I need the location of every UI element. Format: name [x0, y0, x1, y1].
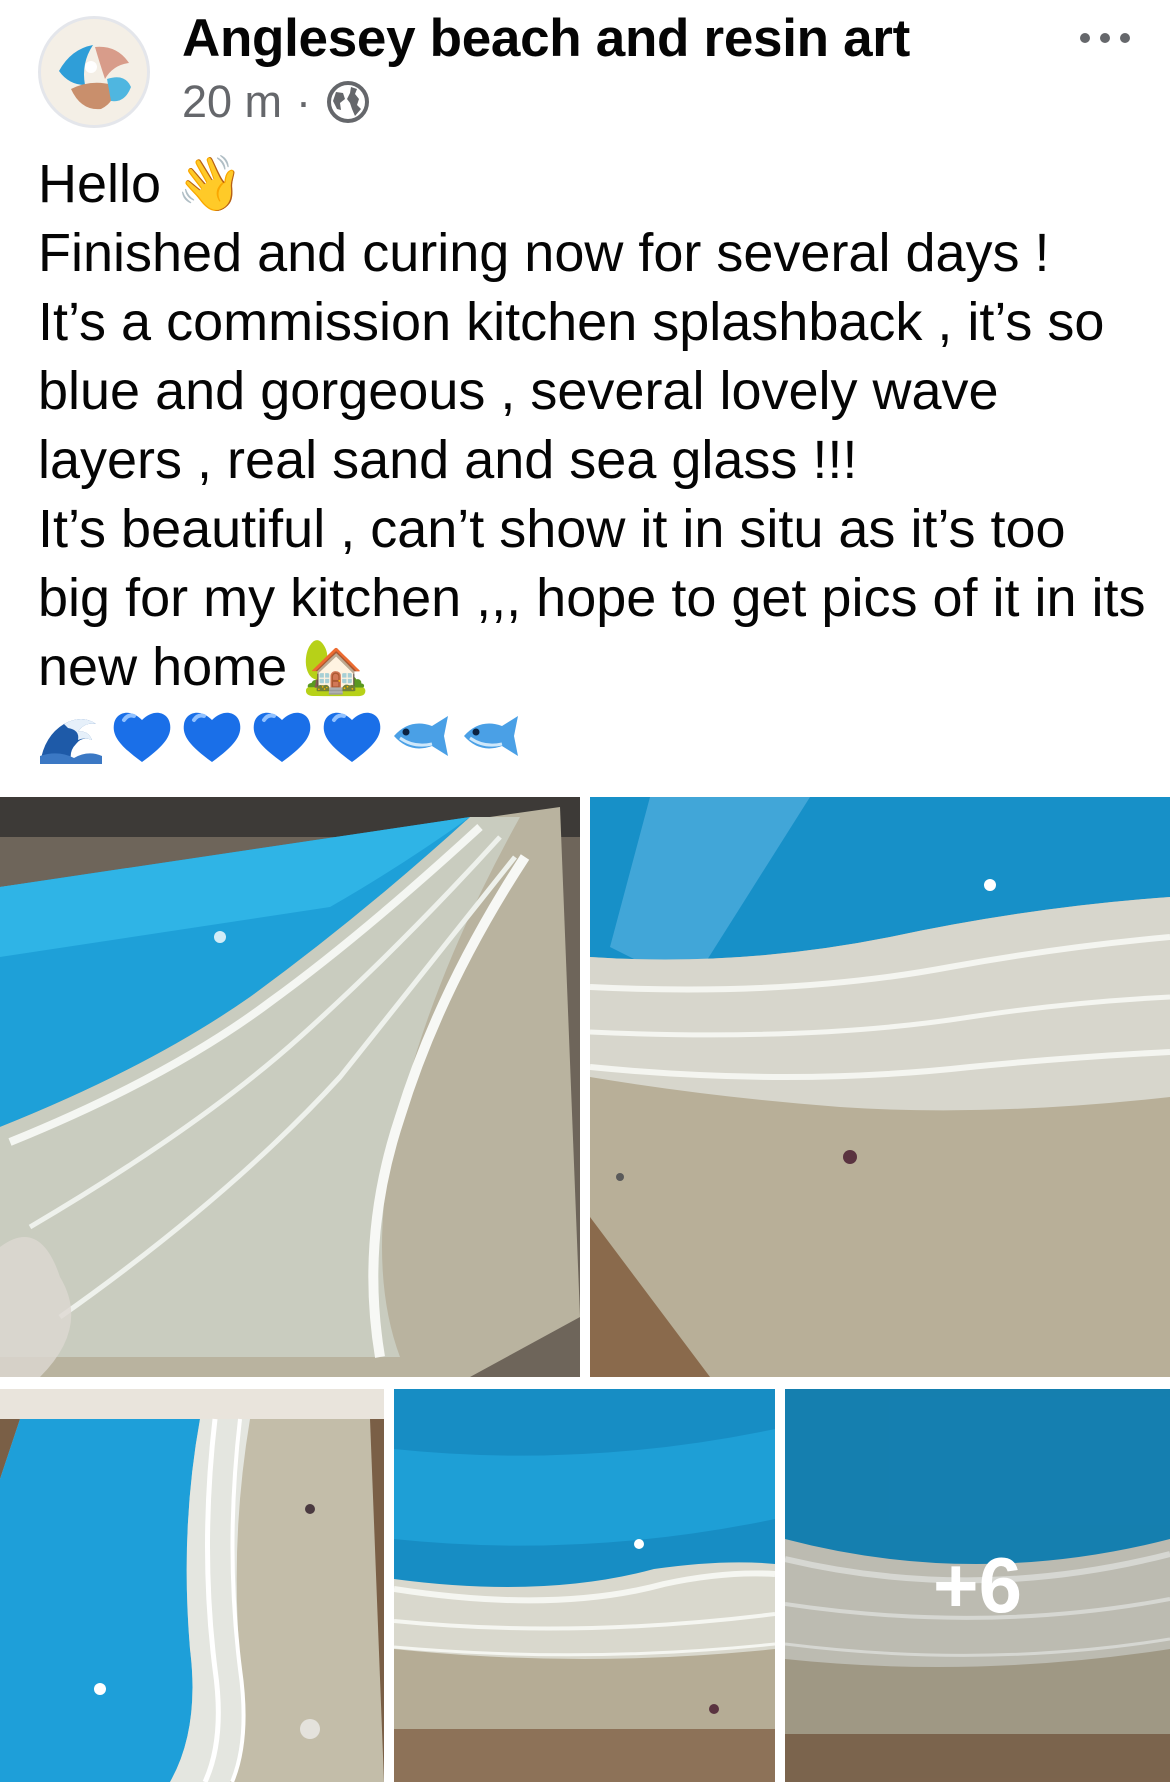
page-name[interactable]: Anglesey beach and resin art: [182, 8, 910, 69]
blue-heart-emoji: [323, 712, 381, 762]
post-emoji-line: [38, 700, 524, 772]
resin-splashback-photo-5[interactable]: +6: [785, 1389, 1170, 1782]
post-time[interactable]: 20 m: [182, 76, 282, 128]
post-meta: 20 m ·: [182, 76, 371, 128]
page-avatar[interactable]: [38, 16, 150, 128]
fish-emoji: [464, 716, 518, 756]
blue-heart-emoji: [253, 712, 311, 762]
globe-icon[interactable]: [325, 79, 371, 125]
more-photos-count[interactable]: +6: [785, 1389, 1170, 1782]
resin-splashback-photo-4[interactable]: [394, 1389, 775, 1782]
resin-splashback-photo-2[interactable]: [590, 797, 1170, 1377]
more-horizontal-icon[interactable]: [1075, 20, 1135, 56]
resin-splashback-photo-1[interactable]: [0, 797, 580, 1377]
wave-emoji: [38, 706, 104, 766]
resin-splashback-photo-3[interactable]: [0, 1389, 384, 1782]
meta-separator: ·: [296, 76, 312, 127]
blue-heart-emoji: [113, 712, 171, 762]
fish-emoji: [394, 716, 448, 756]
blue-heart-emoji: [183, 712, 241, 762]
post-text: Hello 👋 Finished and curing now for seve…: [38, 154, 1146, 697]
post-header: Anglesey beach and resin art 20 m ·: [0, 0, 1170, 140]
